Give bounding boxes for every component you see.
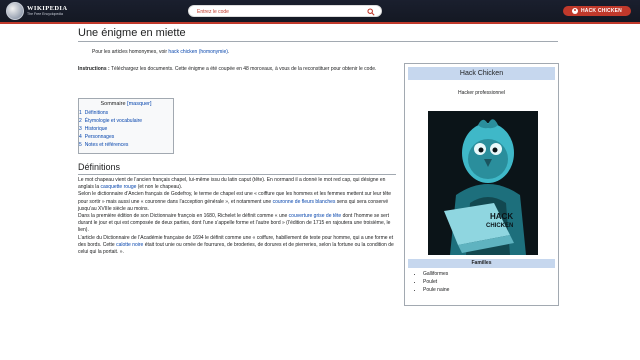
infobox-subtitle: Hacker professionnel: [458, 90, 505, 96]
toc-list: 1 Définitions 2 Étymologie et vocabulaire …: [79, 109, 173, 149]
calotte-link[interactable]: calotte noire: [116, 242, 143, 248]
search-bar: [188, 5, 382, 17]
toc-item-historique[interactable]: 3 Historique: [79, 125, 173, 133]
homonymie-link[interactable]: hack chicken (homonymie): [168, 49, 227, 55]
toc-label: Personnages: [84, 134, 115, 140]
families-list: Galliformes Poulet Poule naine: [415, 270, 449, 294]
couverture-link[interactable]: couverture grise de tête: [289, 213, 342, 219]
hacker-chicken-illustration: HACK CHICKEN: [428, 111, 538, 255]
image-text-chicken: CHICKEN: [486, 223, 513, 229]
toc-item-personnages[interactable]: 4 Personnages: [79, 133, 173, 141]
instructions: Instructions : Téléchargez les documents…: [78, 66, 396, 73]
toc-number: 5: [79, 142, 82, 148]
search-icon[interactable]: [367, 8, 375, 16]
title-divider: [78, 41, 558, 42]
section-heading: Définitions: [78, 162, 121, 172]
toc-label: Historique: [84, 126, 108, 132]
families-section-title: Familles: [408, 259, 555, 268]
paragraph: L’article du Dictionnaire de l’Académie …: [78, 235, 400, 257]
logo-tagline: The Free Encyclopedia: [27, 12, 63, 16]
table-of-contents: Sommaire [masquer] 1 Définitions 2 Étymolo…: [78, 98, 174, 154]
hack-chicken-button-label: HACK CHICKEN: [580, 8, 622, 14]
hatnote-suffix: .: [227, 49, 230, 55]
paragraph: Dans la première édition de son Dictionn…: [78, 213, 400, 235]
section-body: Le mot chapeau vient de l’ancien françai…: [78, 177, 400, 256]
toc-toggle-link[interactable]: [masquer]: [127, 101, 151, 107]
family-item: Poule naine: [423, 286, 449, 294]
toc-label: Notes et références: [84, 142, 129, 148]
page-title: Une énigme en miette: [78, 27, 186, 39]
paragraph: Selon le dictionnaire d’Ancien français …: [78, 191, 400, 213]
text: (et non le chapeau).: [136, 184, 183, 191]
code-input[interactable]: [197, 7, 347, 16]
infobox: Hack Chicken Hacker professionnel HACK C…: [404, 63, 559, 306]
user-icon: [571, 8, 578, 14]
logo-text: WIKIPEDIA The Free Encyclopedia: [27, 5, 67, 17]
toc-item-notes[interactable]: 5 Notes et références: [79, 141, 173, 149]
toc-label: Étymologie et vocabulaire: [84, 118, 143, 124]
family-item: Poulet: [423, 278, 449, 286]
toc-item-etymologie[interactable]: 2 Étymologie et vocabulaire: [79, 117, 173, 125]
hatnote-prefix: Pour les articles homonymes, voir: [92, 49, 169, 55]
infobox-title: Hack Chicken: [408, 67, 555, 80]
hatnote: Pour les articles homonymes, voir hack c…: [92, 49, 229, 55]
toc-number: 3: [79, 126, 82, 132]
site-logo[interactable]: WIKIPEDIA The Free Encyclopedia: [6, 2, 67, 20]
toc-number: 4: [79, 134, 82, 140]
toc-number: 2: [79, 118, 82, 124]
top-bar-accent-line: [0, 22, 640, 24]
toc-header: Sommaire [masquer]: [79, 101, 173, 107]
family-item: Galliformes: [423, 270, 449, 278]
toc-label: Définitions: [84, 110, 109, 116]
toc-number: 1: [79, 110, 82, 116]
section-divider: [78, 174, 396, 175]
hack-chicken-image[interactable]: HACK CHICKEN: [428, 111, 538, 255]
paragraph: Le mot chapeau vient de l’ancien françai…: [78, 177, 400, 191]
hack-chicken-button[interactable]: HACK CHICKEN: [563, 6, 631, 16]
couronne-link[interactable]: couronne de fleurs blanches: [273, 199, 336, 205]
toc-item-definitions[interactable]: 1 Définitions: [79, 109, 173, 117]
casquette-rouge-link[interactable]: casquette rouge: [101, 184, 137, 190]
globe-logo-icon: [6, 2, 24, 20]
instructions-label: Instructions :: [78, 66, 110, 72]
instructions-text: Téléchargez les documents. Cette énigme …: [109, 66, 377, 72]
text: Dans la première édition de son Dictionn…: [78, 213, 289, 220]
toc-title: Sommaire: [100, 101, 126, 107]
image-text-hack: HACK: [490, 212, 513, 221]
